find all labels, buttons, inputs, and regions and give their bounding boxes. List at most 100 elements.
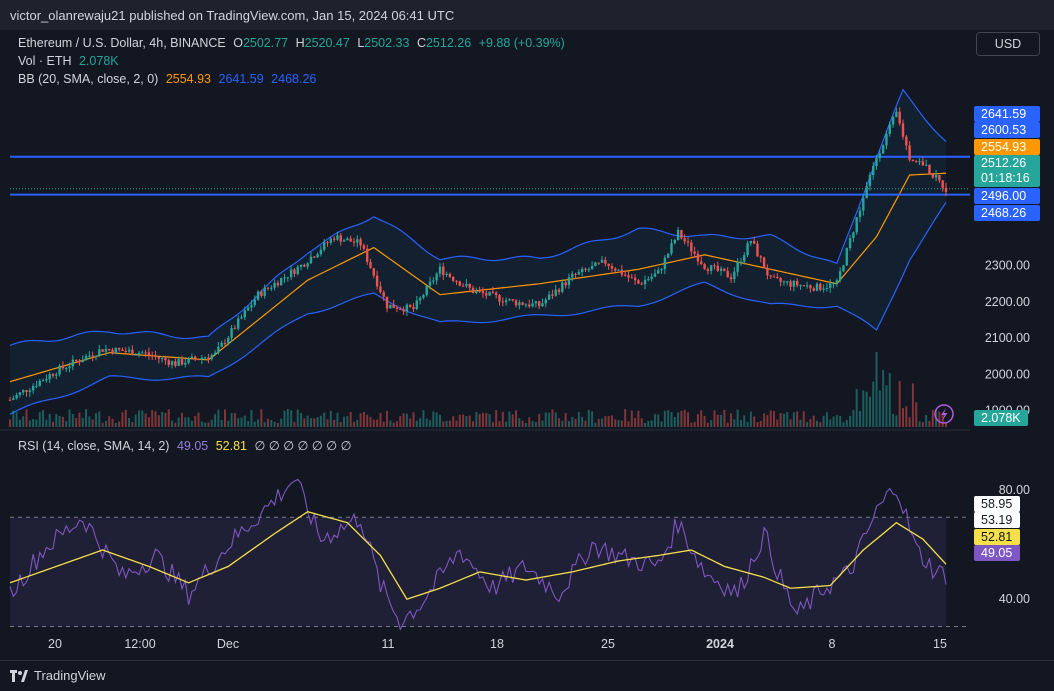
volume-bar bbox=[395, 421, 398, 427]
volume-label-text: 2.078K bbox=[981, 411, 1021, 425]
candle-body bbox=[528, 304, 531, 307]
candle-body bbox=[888, 124, 891, 134]
candle-body bbox=[339, 235, 342, 242]
candle-body bbox=[243, 310, 247, 318]
volume-bar bbox=[98, 411, 101, 427]
volume-bar bbox=[71, 414, 74, 427]
volume-bar bbox=[773, 411, 776, 427]
volume-bar bbox=[379, 412, 382, 427]
candle-body bbox=[425, 285, 428, 296]
candle-body bbox=[445, 273, 448, 276]
volume-bar bbox=[349, 411, 352, 427]
volume-bar bbox=[571, 417, 574, 427]
candle-body bbox=[554, 289, 557, 296]
candle-body bbox=[895, 111, 898, 117]
rsi-legend[interactable]: RSI (14, close, SMA, 14, 2) 49.05 52.81 … bbox=[18, 438, 356, 453]
chart-svg[interactable]: 2700.002300.002200.002100.002000.001900.… bbox=[0, 30, 1054, 660]
candle-body bbox=[104, 349, 108, 352]
volume-bar bbox=[263, 422, 266, 427]
tradingview-logo[interactable]: TradingView bbox=[10, 668, 106, 683]
volume-bar bbox=[842, 422, 845, 427]
candle-body bbox=[733, 271, 736, 280]
volume-bar bbox=[386, 410, 389, 427]
candle-body bbox=[408, 304, 412, 308]
candle-body bbox=[938, 174, 941, 181]
volume-bar bbox=[769, 410, 772, 427]
candle-body bbox=[485, 293, 488, 296]
currency-button[interactable]: USD bbox=[976, 32, 1040, 56]
volume-bar bbox=[829, 419, 832, 427]
volume-bar bbox=[65, 421, 68, 427]
candle-body bbox=[531, 303, 534, 307]
volume-bar bbox=[253, 421, 256, 427]
volume-bar bbox=[296, 409, 299, 427]
chart-area[interactable]: 2700.002300.002200.002100.002000.001900.… bbox=[0, 30, 1054, 660]
volume-bar bbox=[233, 413, 236, 427]
candle-body bbox=[372, 268, 376, 276]
candle-body bbox=[762, 257, 766, 269]
volume-bar bbox=[763, 413, 766, 427]
volume-bar bbox=[276, 422, 279, 427]
candle-body bbox=[700, 261, 703, 265]
candle-body bbox=[392, 304, 395, 309]
rsi-value-text: 58.95 bbox=[981, 497, 1012, 511]
candle-body bbox=[415, 300, 419, 310]
volume-bar bbox=[468, 415, 471, 427]
volume-bar bbox=[892, 413, 895, 427]
volume-bar bbox=[481, 412, 484, 427]
volume-bar bbox=[323, 412, 326, 427]
rsi-axis-tick: 80.00 bbox=[999, 483, 1030, 497]
candle-body bbox=[607, 263, 610, 266]
candle-body bbox=[604, 259, 607, 264]
volume-bar bbox=[730, 413, 733, 427]
candle-body bbox=[296, 266, 299, 274]
candle-body bbox=[792, 280, 796, 287]
symbol-label[interactable]: Ethereum / U.S. Dollar, 4h, BINANCE bbox=[18, 36, 226, 50]
volume-bar bbox=[309, 418, 312, 427]
candle-body bbox=[931, 173, 934, 178]
volume-bar bbox=[875, 352, 878, 427]
volume-bar bbox=[713, 410, 716, 427]
volume-bar bbox=[607, 416, 610, 427]
volume-bar bbox=[184, 417, 187, 427]
volume-bar bbox=[392, 422, 395, 427]
volume-bar bbox=[147, 417, 150, 427]
volume-bar bbox=[94, 413, 97, 427]
candle-body bbox=[571, 273, 574, 278]
candle-body bbox=[693, 251, 696, 254]
volume-bar bbox=[164, 412, 167, 427]
candle-body bbox=[15, 394, 18, 399]
candle-body bbox=[35, 385, 38, 387]
candle-body bbox=[180, 359, 184, 365]
volume-bar bbox=[739, 419, 742, 427]
volume-bar bbox=[111, 418, 114, 427]
price-axis-tick: 2300.00 bbox=[985, 259, 1030, 273]
bb-lower-value: 2468.26 bbox=[271, 72, 317, 86]
candle-body bbox=[815, 283, 819, 291]
volume-bar bbox=[9, 419, 11, 427]
volume-legend[interactable]: Vol · ETH 2.078K bbox=[18, 54, 123, 68]
volume-bar bbox=[498, 421, 501, 427]
volume-bar bbox=[478, 413, 481, 427]
volume-bar bbox=[938, 411, 941, 427]
volume-bar bbox=[352, 421, 355, 427]
candle-body bbox=[729, 277, 733, 280]
volume-bar bbox=[124, 409, 127, 427]
candle-body bbox=[164, 357, 167, 361]
candle-body bbox=[686, 241, 690, 243]
volume-bar bbox=[653, 414, 656, 427]
candle-body bbox=[934, 174, 938, 178]
candle-body bbox=[726, 271, 729, 278]
candle-body bbox=[825, 287, 829, 289]
volume-bar bbox=[25, 409, 28, 427]
volume-bar bbox=[419, 418, 422, 427]
price-label-text: 2554.93 bbox=[981, 140, 1026, 154]
candle-body bbox=[147, 352, 151, 356]
volume-bar bbox=[273, 421, 276, 427]
volume-bar bbox=[250, 410, 253, 427]
volume-bar bbox=[888, 373, 891, 427]
bb-legend[interactable]: BB (20, SMA, close, 2, 0) 2554.93 2641.5… bbox=[18, 72, 320, 86]
volume-bar bbox=[197, 412, 200, 427]
volume-bar bbox=[101, 422, 104, 427]
candle-body bbox=[157, 356, 161, 359]
